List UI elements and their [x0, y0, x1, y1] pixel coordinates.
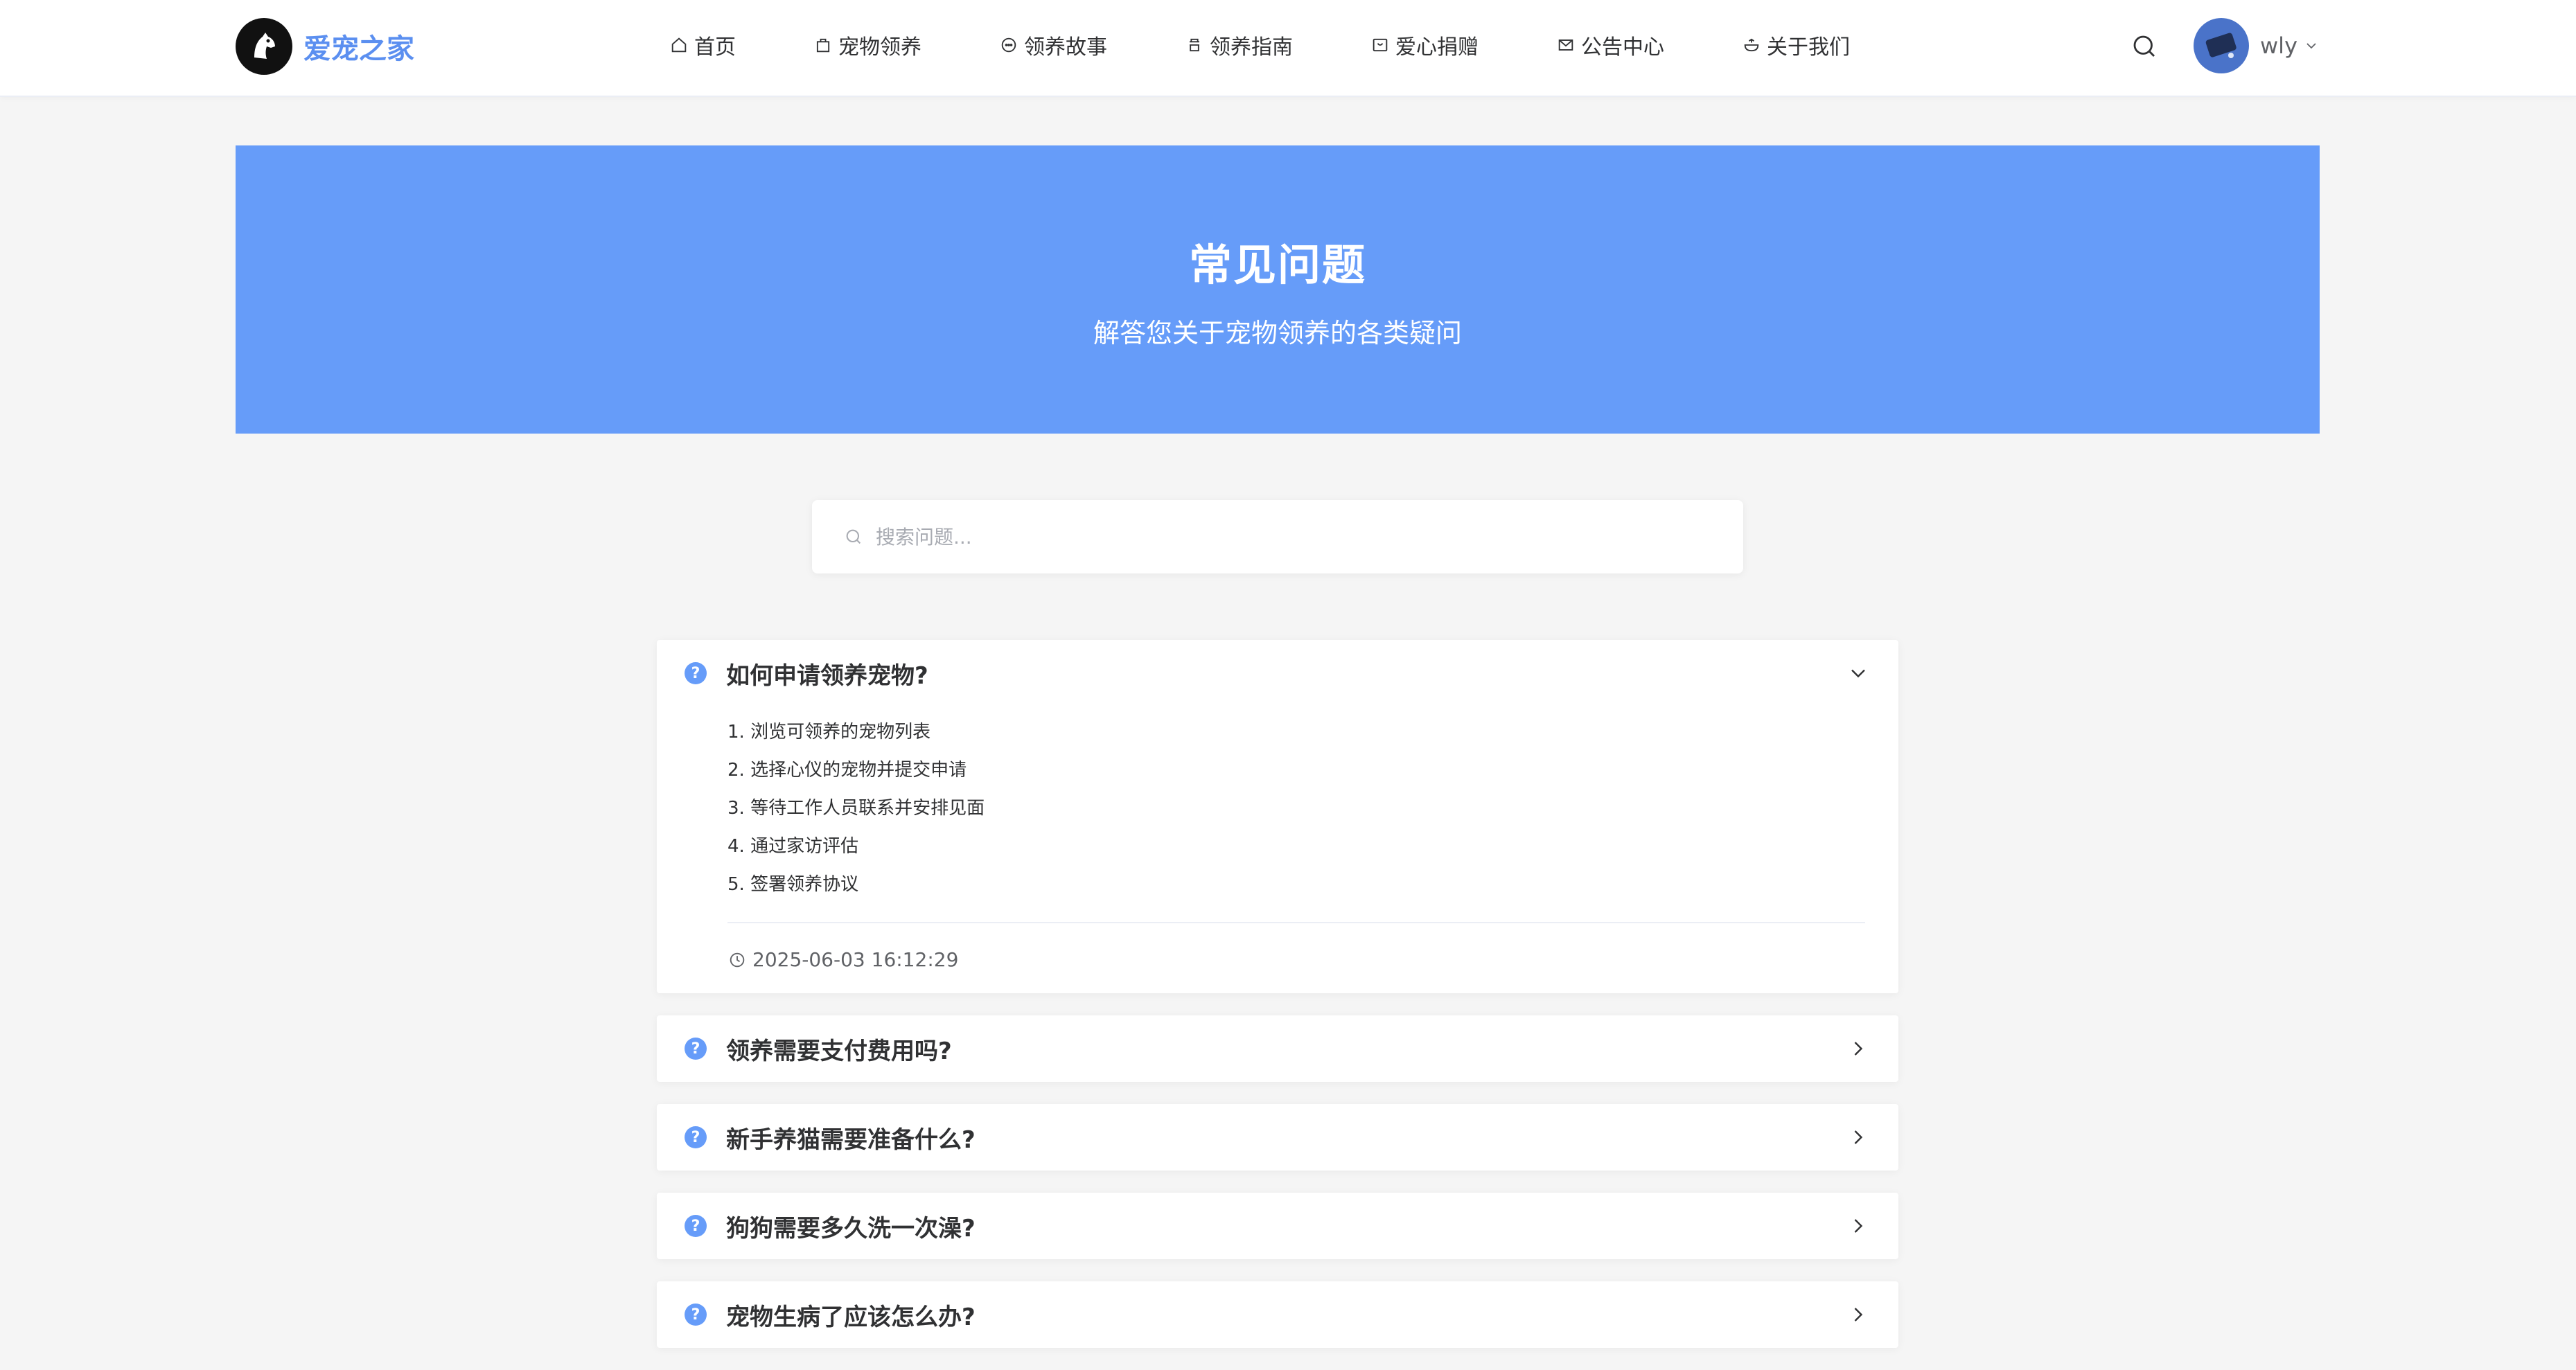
faq-item: ? 宠物生病了应该怎么办?: [657, 1281, 1898, 1348]
guide-icon: [1190, 38, 1199, 52]
nav-stories[interactable]: 领养故事: [999, 30, 1107, 60]
divider: [727, 922, 1865, 923]
question-circle-icon: ?: [685, 1038, 707, 1060]
faq-question: 狗狗需要多久洗一次澡?: [726, 1214, 976, 1243]
chevron-right-icon: [1854, 1308, 1863, 1322]
faq-question: 新手养猫需要准备什么?: [726, 1126, 976, 1154]
answer-step: 2. 选择心仪的宠物并提交申请: [727, 760, 967, 781]
answer-step: 4. 通过家访评估: [727, 836, 859, 857]
nav-label: 首页: [694, 35, 736, 60]
bag-icon: [816, 38, 830, 53]
faq-updated-time: 2025-06-03 16:12:29: [727, 948, 1865, 971]
chevron-right-icon: [1854, 1042, 1863, 1056]
faq-question-toggle[interactable]: ? 领养需要支付费用吗?: [657, 1015, 1898, 1082]
nav-guide[interactable]: 领养指南: [1185, 30, 1293, 60]
page-subtitle: 解答您关于宠物领养的各类疑问: [1093, 317, 1462, 348]
faq-question: 如何申请领养宠物?: [726, 661, 928, 690]
chevron-down-icon: [2306, 43, 2316, 49]
user-menu[interactable]: wly: [2194, 18, 2320, 73]
nav-adoption[interactable]: 宠物领养: [813, 30, 921, 60]
chevron-right-icon: [1854, 1130, 1863, 1144]
timestamp: 2025-06-03 16:12:29: [752, 948, 959, 971]
chat-icon: [1001, 37, 1016, 53]
nav-label: 领养指南: [1210, 35, 1293, 60]
faq-search-bar: [812, 500, 1743, 573]
faq-list: ? 如何申请领养宠物? 1. 浏览可领养的宠物列表 2. 选择心仪的宠物并提交申…: [657, 640, 1898, 1370]
username: wly: [2260, 33, 2297, 59]
top-navbar: 爱宠之家 首页 宠物领养 领养故事 领养指南 爱心捐赠 公告中心 关于我们 wl…: [0, 0, 2576, 97]
faq-item: ? 如何申请领养宠物? 1. 浏览可领养的宠物列表 2. 选择心仪的宠物并提交申…: [657, 640, 1898, 993]
faq-item: ? 新手养猫需要准备什么?: [657, 1104, 1898, 1171]
faq-hero-banner: 常见问题 解答您关于宠物领养的各类疑问: [236, 145, 2320, 434]
faq-question: 宠物生病了应该怎么办?: [726, 1303, 976, 1331]
clock-icon: [730, 952, 745, 967]
search-icon: [846, 529, 861, 544]
nav-label: 宠物领养: [838, 35, 921, 60]
faq-question-toggle[interactable]: ? 狗狗需要多久洗一次澡?: [657, 1193, 1898, 1259]
chevron-down-icon: [1851, 669, 1865, 678]
nav-label: 关于我们: [1767, 35, 1850, 60]
faq-answer: 1. 浏览可领养的宠物列表 2. 选择心仪的宠物并提交申请 3. 等待工作人员联…: [657, 706, 1898, 993]
question-circle-icon: ?: [685, 662, 707, 684]
nav-about[interactable]: 关于我们: [1742, 30, 1850, 60]
mail-icon: [1558, 39, 1573, 51]
answer-step: 5. 签署领养协议: [727, 874, 859, 895]
faq-item: ? 领养需要支付费用吗?: [657, 1015, 1898, 1082]
nav-label: 领养故事: [1024, 35, 1107, 60]
gift-icon: [1373, 38, 1388, 52]
answer-steps: 1. 浏览可领养的宠物列表 2. 选择心仪的宠物并提交申请 3. 等待工作人员联…: [727, 713, 1865, 904]
brand-logo[interactable]: 爱宠之家: [236, 18, 414, 75]
nav-label: 公告中心: [1581, 35, 1664, 60]
main-nav: 首页 宠物领养 领养故事 领养指南 爱心捐赠 公告中心 关于我们: [669, 28, 1850, 62]
faq-question-toggle[interactable]: ? 宠物生病了应该怎么办?: [657, 1281, 1898, 1348]
answer-step: 1. 浏览可领养的宠物列表: [727, 722, 931, 742]
question-circle-icon: ?: [685, 1126, 707, 1148]
search-input[interactable]: [876, 525, 1743, 549]
question-circle-icon: ?: [685, 1215, 707, 1237]
chevron-right-icon: [1854, 1219, 1863, 1233]
nav-home[interactable]: 首页: [669, 30, 736, 60]
nav-announcements[interactable]: 公告中心: [1556, 30, 1664, 60]
search-icon[interactable]: [2130, 32, 2159, 61]
answer-step: 3. 等待工作人员联系并安排见面: [727, 798, 985, 819]
home-icon: [671, 37, 687, 53]
faq-question: 领养需要支付费用吗?: [726, 1037, 952, 1065]
faq-question-toggle[interactable]: ? 新手养猫需要准备什么?: [657, 1104, 1898, 1171]
avatar: [2194, 18, 2249, 73]
page-title: 常见问题: [1188, 239, 1366, 290]
question-circle-icon: ?: [685, 1304, 707, 1326]
nav-donate[interactable]: 爱心捐赠: [1370, 30, 1479, 60]
faq-question-toggle[interactable]: ? 如何申请领养宠物?: [657, 640, 1898, 706]
faq-item: ? 狗狗需要多久洗一次澡?: [657, 1193, 1898, 1259]
brand-name: 爱宠之家: [303, 33, 414, 65]
bowl-icon: [1744, 38, 1759, 52]
nav-label: 爱心捐赠: [1395, 35, 1479, 60]
dog-logo-icon: [236, 18, 292, 75]
